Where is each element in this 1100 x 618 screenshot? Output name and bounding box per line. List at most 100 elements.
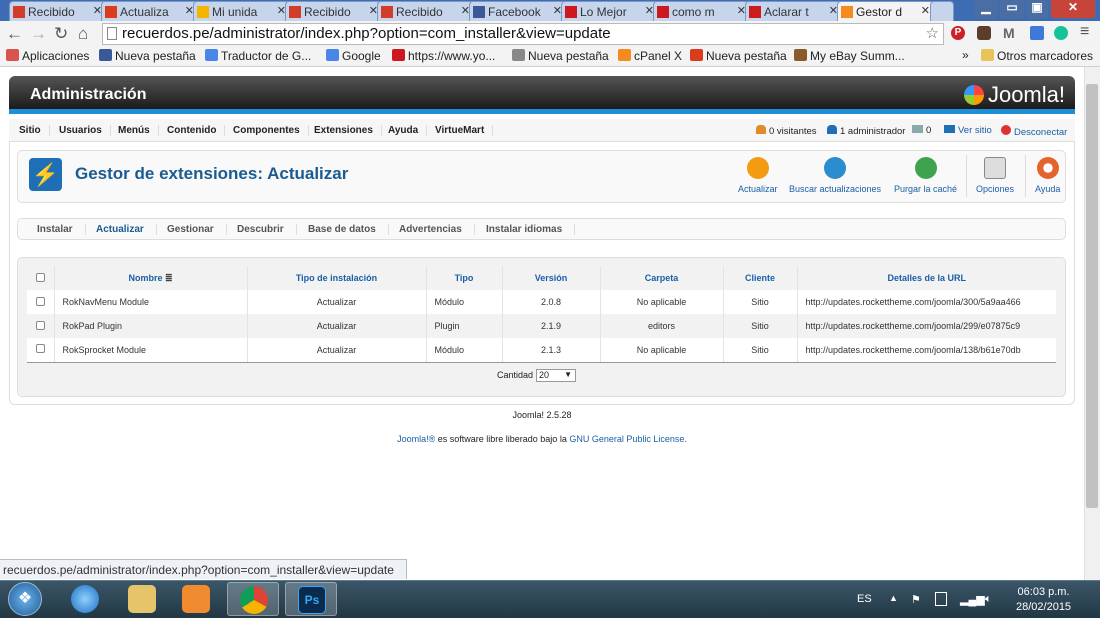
- select-all-checkbox[interactable]: [35, 272, 45, 282]
- user-icon[interactable]: [977, 26, 991, 40]
- joomla-link[interactable]: Joomla!®: [397, 434, 435, 444]
- row-checkbox[interactable]: [35, 344, 45, 354]
- find-updates-button[interactable]: Buscar actualizaciones: [789, 157, 881, 194]
- pinterest-icon[interactable]: P: [951, 26, 965, 40]
- table-row[interactable]: RokSprocket Module Actualizar Módulo 2.1.3 N…: [27, 338, 1056, 363]
- battery-icon[interactable]: [935, 592, 947, 606]
- submenu-tab[interactable]: Advertencias: [387, 224, 475, 235]
- restore-button[interactable]: ▭: [1000, 0, 1024, 19]
- table-cell: Actualizar: [247, 338, 427, 363]
- close-tab-icon[interactable]: ✕: [921, 4, 930, 17]
- column-header-client[interactable]: Cliente: [723, 266, 798, 290]
- view-site-link[interactable]: Ver sitio: [944, 125, 992, 136]
- bookmark-label: Nueva pestaña: [115, 49, 196, 63]
- browser-tab[interactable]: Aclarar t ✕: [745, 1, 843, 21]
- column-header-install-type[interactable]: Tipo de instalación: [247, 266, 427, 290]
- row-checkbox[interactable]: [35, 296, 45, 306]
- system-clock[interactable]: 06:03 p.m. 28/02/2015: [1016, 585, 1071, 615]
- options-button[interactable]: Opciones: [976, 157, 1014, 194]
- browser-tab[interactable]: Lo Mejor ✕: [561, 1, 659, 21]
- gmail-icon: [381, 6, 393, 18]
- minimize-button[interactable]: ▁: [974, 0, 998, 19]
- volume-icon[interactable]: 🔈︎: [985, 593, 992, 606]
- browser-tab[interactable]: Mi unida ✕: [193, 1, 291, 21]
- taskbar-media-player[interactable]: [170, 582, 222, 616]
- menu-icon[interactable]: ≡: [1080, 23, 1089, 41]
- logout-link[interactable]: Desconectar: [1001, 125, 1067, 138]
- taskbar-explorer[interactable]: [116, 582, 168, 616]
- taskbar-ie[interactable]: [59, 582, 111, 616]
- bookmark-item[interactable]: My eBay Summ...: [794, 49, 905, 63]
- admin-menu-item[interactable]: Extensiones: [306, 125, 382, 136]
- row-checkbox[interactable]: [35, 320, 45, 330]
- bookmark-item[interactable]: Nueva pestaña: [99, 49, 196, 63]
- bookmark-item[interactable]: Aplicaciones: [6, 49, 89, 63]
- limit-select[interactable]: 20 ▼: [536, 369, 577, 382]
- bookmark-item[interactable]: Traductor de G...: [205, 49, 311, 63]
- show-hidden-icons[interactable]: ▲: [889, 593, 898, 603]
- column-header-folder[interactable]: Carpeta: [600, 266, 724, 290]
- column-header-name[interactable]: Nombre ≣: [54, 266, 248, 290]
- table-cell: Sitio: [723, 290, 798, 314]
- browser-tab[interactable]: Facebook ✕: [469, 1, 567, 21]
- new-tab-button[interactable]: [930, 1, 954, 21]
- help-button[interactable]: Ayuda: [1035, 157, 1060, 194]
- column-header-type[interactable]: Tipo: [426, 266, 503, 290]
- grammarly-icon[interactable]: [1054, 26, 1068, 40]
- pagination-limit: Cantidad 20 ▼: [497, 369, 577, 382]
- submenu-tab[interactable]: Actualizar: [84, 224, 157, 235]
- window-maximize-button[interactable]: ▣: [1026, 0, 1048, 19]
- close-window-button[interactable]: ✕: [1050, 0, 1096, 19]
- browser-tab[interactable]: Actualiza ✕: [101, 1, 199, 21]
- network-icon[interactable]: ▂▄▆: [960, 593, 985, 606]
- admin-menu-item[interactable]: Sitio: [11, 125, 50, 136]
- language-indicator[interactable]: ES: [857, 593, 872, 605]
- table-row[interactable]: RokNavMenu Module Actualizar Módulo 2.0.8 No…: [27, 290, 1056, 314]
- gmail-extension-icon[interactable]: M: [1003, 25, 1015, 41]
- taskbar-chrome[interactable]: [227, 582, 279, 616]
- bookmark-item[interactable]: cPanel X: [618, 49, 682, 63]
- bookmark-icon: [6, 49, 19, 61]
- bookmark-item[interactable]: https://www.yo...: [392, 49, 495, 63]
- browser-tab[interactable]: como m ✕: [653, 1, 751, 21]
- browser-tab[interactable]: Recibido ✕: [285, 1, 383, 21]
- gpl-link[interactable]: GNU General Public License.: [569, 434, 687, 444]
- admin-menu-item[interactable]: Usuarios: [51, 125, 111, 136]
- other-bookmarks[interactable]: Otros marcadores: [981, 49, 1093, 63]
- forward-icon[interactable]: →: [30, 24, 47, 44]
- admin-menu-item[interactable]: Componentes: [225, 125, 309, 136]
- bookmark-item[interactable]: Google: [326, 49, 381, 63]
- browser-tab[interactable]: Gestor d ✕: [837, 1, 935, 21]
- purge-cache-button[interactable]: Purgar la caché: [894, 157, 957, 194]
- browser-tab[interactable]: Recibido ✕: [377, 1, 475, 21]
- submenu-tab[interactable]: Base de datos: [296, 224, 389, 235]
- table-row[interactable]: RokPad Plugin Actualizar Plugin 2.1.9 editor…: [27, 314, 1056, 338]
- bookmarks-more-button[interactable]: »: [962, 48, 969, 62]
- admin-menu-item[interactable]: Contenido: [159, 125, 226, 136]
- bookmark-item[interactable]: Nueva pestaña: [690, 49, 787, 63]
- admin-menu-item[interactable]: Ayuda: [380, 125, 428, 136]
- admin-menu-item[interactable]: VirtueMart: [427, 125, 494, 136]
- start-button[interactable]: ❖: [8, 582, 42, 616]
- messages-status[interactable]: 0: [912, 125, 931, 136]
- update-toolbar-button[interactable]: Actualizar: [738, 157, 778, 194]
- bookmark-item[interactable]: Nueva pestaña: [512, 49, 609, 63]
- submenu-tab[interactable]: Instalar: [25, 224, 86, 235]
- address-bar[interactable]: recuerdos.pe/administrator/index.php?opt…: [102, 23, 944, 45]
- submenu-tab[interactable]: Gestionar: [155, 224, 227, 235]
- star-icon[interactable]: ☆: [926, 24, 939, 42]
- taskbar-photoshop[interactable]: Ps: [285, 582, 337, 616]
- submenu-tab[interactable]: Instalar idiomas: [474, 224, 576, 235]
- table-cell: RokPad Plugin: [54, 314, 248, 338]
- back-icon[interactable]: ←: [6, 24, 23, 44]
- column-header-version[interactable]: Versión: [502, 266, 601, 290]
- extension-badge-icon[interactable]: [1030, 26, 1044, 40]
- admin-menu-item[interactable]: Menús: [110, 125, 159, 136]
- column-header-url[interactable]: Detalles de la URL: [797, 266, 1056, 290]
- reload-icon[interactable]: ↻: [54, 24, 68, 44]
- submenu-tab[interactable]: Descubrir: [225, 224, 297, 235]
- scrollbar-thumb[interactable]: [1086, 84, 1098, 508]
- browser-tab[interactable]: Recibido ✕: [9, 1, 107, 21]
- home-icon[interactable]: ⌂: [78, 24, 88, 44]
- flag-icon[interactable]: ⚑: [911, 593, 921, 606]
